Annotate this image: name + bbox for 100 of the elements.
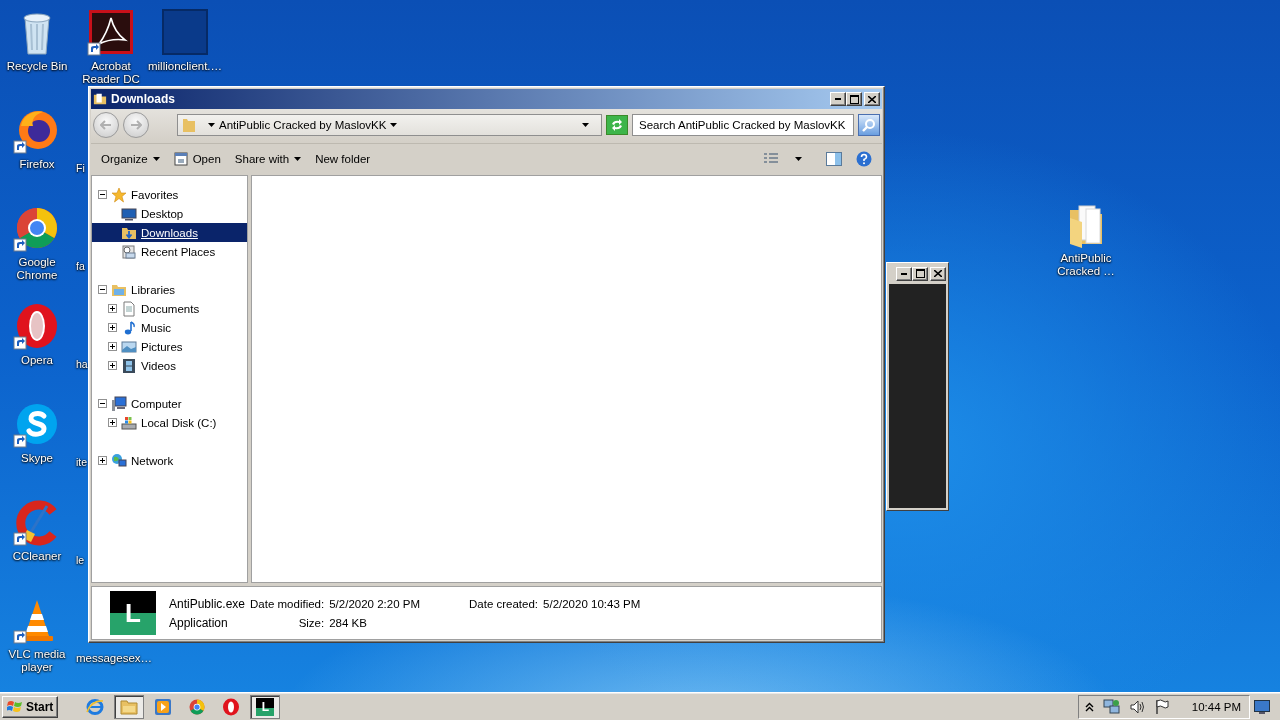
plus-icon xyxy=(110,420,115,425)
caret-icon xyxy=(795,157,802,161)
clock[interactable]: 10:44 PM xyxy=(1191,700,1241,713)
desktop-icon-label[interactable]: AntiPublic Cracked … xyxy=(1057,252,1115,278)
close-icon xyxy=(868,95,876,103)
monitor-icon xyxy=(121,205,137,222)
menu-button[interactable]: Share with xyxy=(230,150,306,168)
browser-icon xyxy=(86,697,105,716)
folder-icon xyxy=(120,698,139,715)
preview-pane-icon xyxy=(826,152,842,166)
browser-icon xyxy=(188,697,207,716)
minimize-icon xyxy=(835,98,841,100)
minus-icon xyxy=(100,287,105,292)
nav-item[interactable]: Favorites xyxy=(92,185,247,204)
desktop-icon-label[interactable]: millionclient.… xyxy=(147,60,223,73)
caret-icon xyxy=(208,123,215,127)
new-folder-button[interactable]: New folder xyxy=(311,150,375,168)
desktop-icon-label[interactable]: Recycle Bin xyxy=(6,60,68,73)
desktop-icon-label[interactable]: CCleaner xyxy=(12,550,62,563)
maximize-button[interactable] xyxy=(846,92,862,106)
nav-item[interactable]: Desktop xyxy=(92,204,247,223)
desktop-icon-label[interactable]: Google Chrome xyxy=(16,256,58,282)
plus-icon xyxy=(110,325,115,330)
nav-item[interactable]: Recent Places xyxy=(92,242,247,261)
flag-icon[interactable] xyxy=(1154,698,1169,715)
collapse-toggle[interactable] xyxy=(98,399,107,408)
desktop-icon-label[interactable]: messagesex… xyxy=(76,652,153,665)
property-label: Size: xyxy=(297,616,325,629)
nav-item[interactable]: Documents xyxy=(92,299,247,318)
desktop-icon-label[interactable]: VLC media player xyxy=(8,648,66,674)
expand-toggle[interactable] xyxy=(108,304,117,313)
picture-icon xyxy=(121,338,137,355)
network-icon[interactable] xyxy=(1102,698,1121,715)
start-button[interactable]: Start xyxy=(2,695,59,718)
property-label: Date modified: xyxy=(250,597,325,610)
address-segment[interactable]: AntiPublic Cracked by MaslovKK xyxy=(219,119,387,131)
nav-item[interactable]: Videos xyxy=(92,356,247,375)
desktop-icon-label[interactable]: ha xyxy=(76,358,88,371)
nav-item[interactable]: Music xyxy=(92,318,247,337)
property-value: 5/2/2020 10:43 PM xyxy=(543,597,641,610)
caret-icon xyxy=(152,157,160,161)
maximize-icon xyxy=(915,269,925,278)
expand-toggle[interactable] xyxy=(98,456,107,465)
close-button[interactable] xyxy=(930,266,946,281)
collapse-toggle[interactable] xyxy=(98,285,107,294)
minus-icon xyxy=(100,401,105,406)
expand-toggle[interactable] xyxy=(108,323,117,332)
menu-button[interactable]: Organize xyxy=(97,150,164,168)
desktop-icon-label[interactable]: Opera xyxy=(21,354,53,367)
refresh-icon xyxy=(610,119,624,131)
nav-item[interactable]: Local Disk (C:) xyxy=(92,413,247,432)
desktop-icon-label[interactable]: le xyxy=(76,554,85,567)
maximize-button[interactable] xyxy=(912,266,928,281)
close-button[interactable] xyxy=(864,92,880,106)
show-desktop-icon[interactable] xyxy=(1254,699,1270,714)
browser-icon xyxy=(222,697,241,716)
caret-icon xyxy=(294,157,302,161)
search-button[interactable] xyxy=(858,114,880,136)
collapse-toggle[interactable] xyxy=(98,190,107,199)
nav-item[interactable]: Libraries xyxy=(92,280,247,299)
property-label: Date created: xyxy=(469,597,539,610)
nav-item[interactable]: Downloads xyxy=(92,223,247,242)
folder-icon xyxy=(93,92,107,106)
plus-icon xyxy=(110,363,115,368)
property-value: 5/2/2020 2:20 PM xyxy=(329,597,420,610)
address-bar[interactable]: AntiPublic Cracked by MaslovKK xyxy=(177,114,602,136)
desktop-icon-label[interactable]: Fi xyxy=(76,162,85,175)
plus-icon xyxy=(110,344,115,349)
media-player-icon xyxy=(154,697,173,716)
help-icon xyxy=(856,151,872,167)
film-icon xyxy=(121,357,137,374)
nav-item[interactable]: Computer xyxy=(92,394,247,413)
history-caret-icon xyxy=(582,123,589,127)
drive-icon xyxy=(121,414,137,431)
expand-toggle[interactable] xyxy=(108,418,117,427)
desktop-icon-label[interactable]: Skype xyxy=(21,452,53,465)
windows-logo-icon xyxy=(7,699,23,714)
desktop-icon-label[interactable]: Firefox xyxy=(19,158,55,171)
nav-item[interactable]: Pictures xyxy=(92,337,247,356)
file-name: AntiPublic.exe xyxy=(169,596,246,611)
search-icon xyxy=(862,118,876,132)
desktop-icon-label[interactable]: Acrobat Reader DC xyxy=(82,60,140,86)
taskbar-button[interactable] xyxy=(114,694,145,719)
minimize-button[interactable] xyxy=(830,92,846,106)
desktop-icon-label[interactable]: fa xyxy=(76,260,85,273)
search-field[interactable]: Search AntiPublic Cracked by MaslovKK xyxy=(632,114,854,136)
star-icon xyxy=(111,186,127,203)
open-button[interactable]: Open xyxy=(169,149,225,169)
show-hidden-icons-icon[interactable] xyxy=(1084,701,1094,712)
nav-item[interactable]: Network xyxy=(92,451,247,470)
minimize-icon xyxy=(901,272,907,275)
refresh-button[interactable] xyxy=(606,115,628,135)
minimize-button[interactable] xyxy=(896,266,912,281)
plus-icon xyxy=(110,306,115,311)
close-icon xyxy=(934,270,942,277)
expand-toggle[interactable] xyxy=(108,361,117,370)
window-icon xyxy=(173,152,188,166)
expand-toggle[interactable] xyxy=(108,342,117,351)
desktop-icon-label[interactable]: ite xyxy=(76,456,88,469)
speaker-icon[interactable] xyxy=(1129,698,1146,715)
